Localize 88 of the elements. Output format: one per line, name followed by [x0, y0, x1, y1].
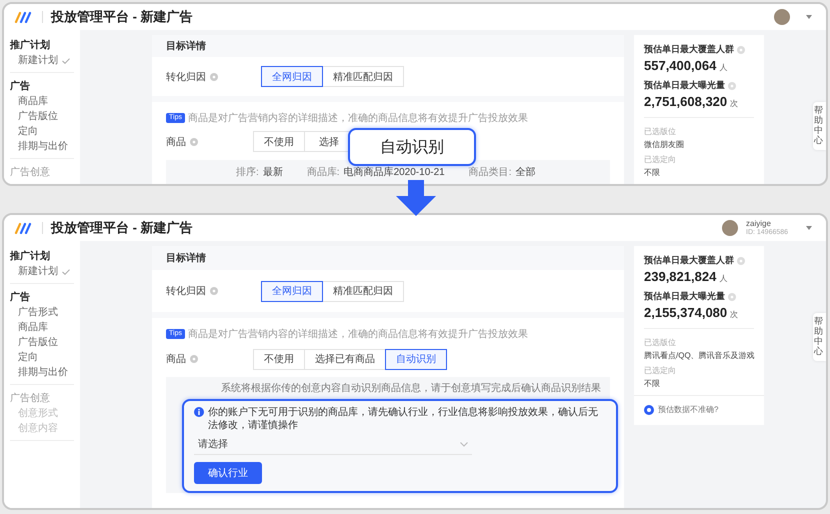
info-icon — [194, 407, 204, 417]
selection-value: 不限 — [644, 378, 661, 389]
auto-detect-note: 系统将根据你传的创意内容自动识别商品信息，请于创意填写完成后确认商品识别结果 — [221, 382, 601, 395]
field-label: 转化归因 — [166, 70, 206, 84]
sidebar-item[interactable]: 排期与出价 — [10, 365, 74, 380]
help-icon[interactable] — [737, 46, 745, 54]
stat-unit: 次 — [730, 309, 738, 320]
field-label: 商品 — [166, 352, 186, 366]
section-title: 目标详情 — [166, 251, 206, 265]
filter-label: 商品类目: — [468, 166, 512, 179]
segment-option[interactable]: 不使用 — [253, 131, 305, 152]
selection-label: 已选定向 — [644, 365, 677, 376]
sidebar-group-title: 广告 — [10, 79, 31, 94]
filter-dropdown[interactable]: 全部 — [516, 164, 536, 179]
chevron-down-icon — [460, 442, 468, 446]
help-icon[interactable] — [728, 292, 736, 300]
confirm-button[interactable]: 确认行业 — [194, 462, 262, 484]
segment-option[interactable]: 选择已有商品 — [304, 348, 386, 370]
sidebar-group-title: 推广计划 — [10, 38, 51, 53]
stat-label: 预估单日最大曝光量 — [644, 290, 725, 303]
sidebar-item[interactable]: 广告形式 — [10, 305, 74, 320]
stat-value: 239,821,824 — [644, 269, 716, 284]
selection-label: 已选版位 — [644, 126, 677, 137]
stat-unit: 人 — [719, 62, 728, 73]
filter-label: 排序: — [236, 166, 259, 179]
segment-option[interactable]: 精准匹配归因 — [322, 280, 404, 302]
tips-text: 商品是对广告营销内容的详细描述，准确的商品信息将有效提升广告投放效果 — [188, 112, 528, 125]
filter-dropdown[interactable]: 电商商品库2020-10-21 — [344, 164, 445, 179]
sidebar-group-title: 推广计划 — [10, 249, 51, 264]
help-icon[interactable] — [210, 72, 218, 81]
help-icon[interactable] — [190, 138, 198, 146]
sidebar-group-title: 广告创意 — [10, 166, 51, 180]
stat-value: 2,155,374,080 — [644, 305, 728, 320]
stat-label: 预估单日最大覆盖人群 — [644, 43, 734, 56]
stat-unit: 人 — [719, 273, 728, 284]
help-icon[interactable] — [728, 82, 736, 90]
sidebar-item[interactable]: 广告版位 — [10, 109, 74, 124]
stat-label: 预估单日最大曝光量 — [644, 79, 725, 92]
selection-label: 已选版位 — [644, 337, 677, 348]
segment-option[interactable]: 全网归因 — [261, 66, 323, 88]
avatar[interactable] — [774, 9, 790, 25]
segment-option[interactable]: 全网归因 — [261, 280, 323, 302]
down-arrow — [396, 180, 436, 216]
field-label: 转化归因 — [166, 284, 206, 298]
selection-label: 已选定向 — [644, 154, 677, 165]
sidebar-item[interactable]: 定向 — [10, 350, 74, 365]
user-name: zaiyige — [746, 220, 772, 229]
logo-icon — [14, 222, 34, 234]
help-icon[interactable] — [737, 256, 745, 264]
help-icon[interactable] — [210, 287, 218, 295]
segment-option[interactable]: 不使用 — [253, 348, 305, 370]
selection-value: 微信朋友圈 — [644, 139, 685, 150]
app-title: 投放管理平台 - 新建广告 — [51, 8, 193, 26]
info-icon — [644, 404, 654, 414]
tips-text: 商品是对广告营销内容的详细描述，准确的商品信息将有效提升广告投放效果 — [188, 328, 528, 341]
sidebar-item[interactable]: 商品库 — [10, 94, 74, 109]
stat-label: 预估单日最大覆盖人群 — [644, 254, 734, 267]
filter-dropdown[interactable]: 最新 — [262, 164, 283, 179]
industry-select[interactable]: 请选择 — [194, 434, 472, 455]
stat-unit: 次 — [730, 98, 738, 109]
sidebar-item[interactable]: 新建计划 — [10, 53, 74, 68]
selection-value: 腾讯看点/QQ、腾讯音乐及游戏 — [644, 350, 754, 361]
avatar[interactable] — [722, 220, 738, 236]
stat-value: 2,751,608,320 — [644, 94, 728, 109]
segment-option[interactable]: 自动识别 — [385, 348, 447, 370]
logo-icon — [14, 11, 34, 23]
sidebar-item[interactable]: 定向 — [10, 124, 74, 139]
filter-label: 商品库: — [306, 166, 340, 179]
selection-value: 不限 — [644, 167, 661, 178]
dialog-notice: 你的账户下无可用于识别的商品库，请先确认行业，行业信息将影响投放效果，确认后无法修改，请谨慎操作 — [208, 406, 599, 432]
sidebar-item[interactable]: 排期与出价 — [10, 139, 74, 154]
segment-option[interactable]: 精准匹配归因 — [322, 66, 404, 88]
sidebar-item[interactable]: 广告版位 — [10, 335, 74, 350]
field-label: 商品 — [166, 136, 186, 149]
sidebar-group-title: 广告 — [10, 290, 31, 305]
callout-tooltip: 自动识别 — [348, 128, 476, 166]
caret-icon[interactable] — [806, 15, 812, 19]
stat-value: 557,400,064 — [644, 58, 716, 73]
help-center-tab[interactable]: 帮助中心 — [813, 313, 826, 361]
sidebar-group-title: 广告创意 — [10, 392, 51, 406]
feedback-link[interactable]: 预估数据不准确? — [658, 404, 718, 415]
help-center-tab[interactable]: 帮助中心 — [813, 102, 826, 150]
app-title: 投放管理平台 - 新建广告 — [51, 219, 193, 237]
caret-icon[interactable] — [806, 226, 812, 230]
section-title: 目标详情 — [166, 39, 206, 54]
sidebar-item[interactable]: 新建计划 — [10, 264, 74, 279]
help-icon[interactable] — [190, 355, 198, 363]
sidebar-item[interactable]: 商品库 — [10, 320, 74, 335]
